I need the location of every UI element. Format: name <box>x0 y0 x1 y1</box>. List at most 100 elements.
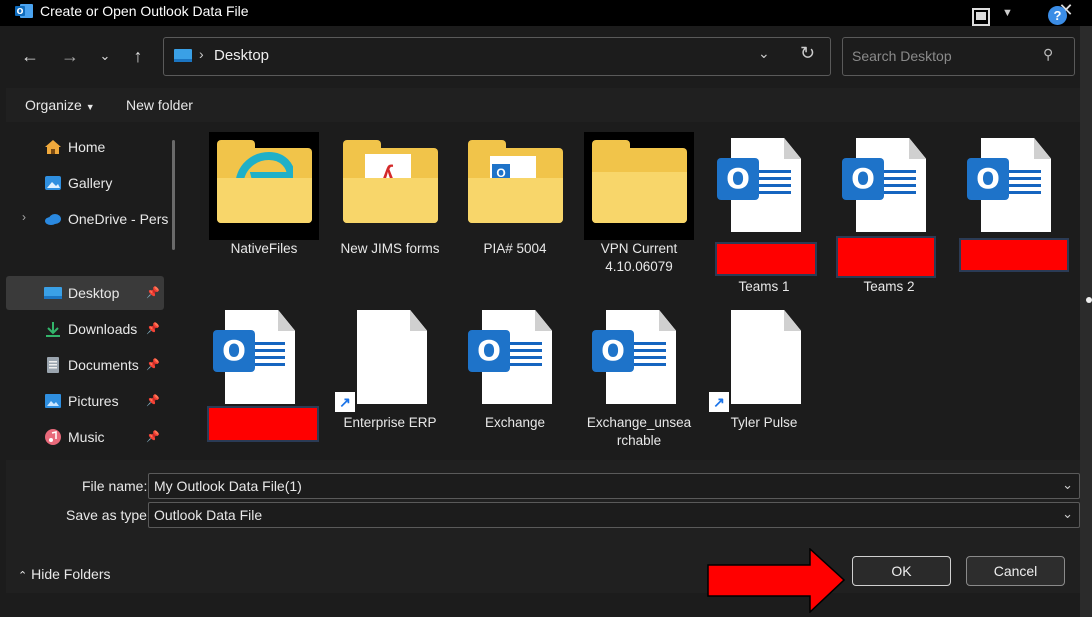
svg-text:O: O <box>17 7 24 16</box>
file-name: Teams 1 <box>738 279 790 294</box>
outlook-icon: O <box>967 158 1009 200</box>
resize-handle[interactable] <box>1086 297 1092 303</box>
folder-item-new-jims-forms[interactable]: ʎ New JIMS forms <box>335 122 445 278</box>
address-bar[interactable]: › Desktop ⌄ ↻ <box>163 37 831 76</box>
file-name: Teams 2 <box>863 279 915 294</box>
outlook-icon: O <box>213 330 255 372</box>
file-item-enterprise-erp[interactable]: ↗ Enterprise ERP <box>335 300 445 456</box>
file-name-field[interactable]: My Outlook Data File(1) ⌄ <box>148 473 1080 499</box>
search-icon[interactable]: ⚲ <box>1043 46 1053 63</box>
file-item-exchange[interactable]: O Exchange <box>460 300 570 456</box>
cloud-icon <box>45 214 61 225</box>
file-name: Exchange <box>484 415 546 430</box>
sidebar-item-label: Documents <box>68 357 139 373</box>
sidebar-item-documents[interactable]: Documents 📌 <box>6 348 164 382</box>
pin-icon[interactable]: 📌 <box>146 322 160 335</box>
file-name: Enterprise ERP <box>343 415 437 430</box>
folder-item-nativefiles[interactable]: NativeFiles <box>209 122 319 278</box>
breadcrumb[interactable]: Desktop <box>214 47 269 64</box>
window-edge <box>1080 26 1092 617</box>
folder-icon <box>468 178 563 223</box>
file-item-tyler-pulse[interactable]: ↗ Tyler Pulse <box>709 300 819 456</box>
outlook-icon <box>632 342 666 368</box>
sidebar-item-home[interactable]: Home <box>6 130 164 164</box>
chevron-down-icon[interactable]: ⌄ <box>93 44 117 68</box>
organize-label: Organize <box>25 97 82 113</box>
chevron-down-icon[interactable]: ⌄ <box>1062 477 1073 493</box>
sidebar-item-label: Gallery <box>68 175 113 191</box>
breadcrumb-separator: › <box>199 46 204 62</box>
file-item-exchange-unsearchable[interactable]: O Exchange_unsearchable <box>584 300 694 456</box>
folder-icon <box>217 178 312 223</box>
refresh-icon[interactable]: ↻ <box>800 43 815 64</box>
redaction-box <box>207 406 319 442</box>
save-type-label: Save as type: <box>66 507 151 523</box>
chevron-down-icon[interactable]: ⌄ <box>1062 506 1073 522</box>
ok-button[interactable]: OK <box>852 556 951 586</box>
outlook-icon: O <box>468 330 510 372</box>
sidebar-item-label: Desktop <box>68 285 120 301</box>
file-item-redacted[interactable]: O <box>959 122 1069 278</box>
cancel-button[interactable]: Cancel <box>966 556 1065 586</box>
sidebar-item-label: OneDrive - Perso <box>68 211 168 227</box>
file-name: VPN Current 4.10.06079 <box>600 241 678 274</box>
file-name-label: File name: <box>82 478 148 494</box>
document-icon <box>47 357 59 373</box>
pin-icon[interactable]: 📌 <box>146 394 160 407</box>
outlook-icon <box>508 342 542 368</box>
sidebar-item-label: Home <box>68 139 106 155</box>
window-title: Create or Open Outlook Data File <box>40 3 249 19</box>
pin-icon[interactable]: 📌 <box>146 430 160 443</box>
file-item-redacted[interactable]: O <box>207 300 319 456</box>
shortcut-arrow-icon: ↗ <box>709 392 729 412</box>
chevron-right-icon[interactable]: › <box>22 210 26 224</box>
command-bar: Organize ▼ New folder <box>6 88 1080 122</box>
gallery-icon <box>45 176 61 190</box>
file-name: New JIMS forms <box>340 241 440 256</box>
navigation-pane: Home Gallery › OneDrive - Perso Desktop … <box>6 122 174 460</box>
sidebar-item-gallery[interactable]: Gallery <box>6 166 164 200</box>
chevron-down-icon[interactable]: ▼ <box>1002 7 1013 19</box>
sidebar-scrollbar[interactable] <box>172 140 175 250</box>
help-icon[interactable]: ? <box>1048 6 1067 25</box>
folder-item-vpn-current[interactable]: VPN Current 4.10.06079 <box>584 122 694 278</box>
file-name: PIA# 5004 <box>483 241 547 256</box>
outlook-icon <box>757 170 791 196</box>
desktop-icon <box>174 49 192 62</box>
title-bar: O Create or Open Outlook Data File ✕ <box>0 0 1092 26</box>
outlook-icon: O <box>592 330 634 372</box>
file-item-teams-2[interactable]: O Teams 2 <box>834 122 944 294</box>
chevron-down-icon[interactable]: ⌄ <box>758 45 770 62</box>
shortcut-arrow-icon: ↗ <box>335 392 355 412</box>
pin-icon[interactable]: 📌 <box>146 286 160 299</box>
organize-button[interactable]: Organize ▼ <box>25 97 95 113</box>
file-item-teams-1[interactable]: O Teams 1 <box>709 122 819 294</box>
file-name: Tyler Pulse <box>730 415 798 430</box>
sidebar-item-downloads[interactable]: Downloads 📌 <box>6 312 164 346</box>
sidebar-item-pictures[interactable]: Pictures 📌 <box>6 384 164 418</box>
view-icon[interactable] <box>972 8 990 26</box>
sidebar-item-label: Downloads <box>68 321 138 337</box>
home-icon <box>45 140 61 154</box>
folder-icon <box>592 172 687 223</box>
outlook-icon: O <box>717 158 759 200</box>
hide-folders-button[interactable]: ⌃ Hide Folders <box>18 566 110 582</box>
outlook-icon <box>1007 170 1041 196</box>
file-name: NativeFiles <box>230 241 298 256</box>
new-folder-button[interactable]: New folder <box>126 97 193 113</box>
music-icon <box>45 429 61 445</box>
search-input[interactable]: Search Desktop ⚲ <box>842 37 1075 76</box>
sidebar-item-desktop[interactable]: Desktop 📌 <box>6 276 164 310</box>
folder-item-pia-5004[interactable]: O PIA# 5004 <box>460 122 570 278</box>
file-list: NativeFiles ʎ New JIMS forms O PIA# 5004… <box>200 122 1080 460</box>
sidebar-item-music[interactable]: Music 📌 <box>6 420 164 454</box>
arrow-up-icon[interactable]: ↑ <box>126 44 150 68</box>
sidebar-item-onedrive[interactable]: › OneDrive - Perso <box>6 202 168 236</box>
file-name: Exchange_unsearchable <box>586 415 692 448</box>
arrow-left-icon[interactable]: ← <box>18 44 42 68</box>
desktop-icon <box>44 287 62 299</box>
save-type-select[interactable]: Outlook Data File ⌄ <box>148 502 1080 528</box>
search-placeholder: Search Desktop <box>852 48 952 64</box>
pin-icon[interactable]: 📌 <box>146 358 160 371</box>
arrow-right-icon[interactable]: → <box>58 44 82 68</box>
